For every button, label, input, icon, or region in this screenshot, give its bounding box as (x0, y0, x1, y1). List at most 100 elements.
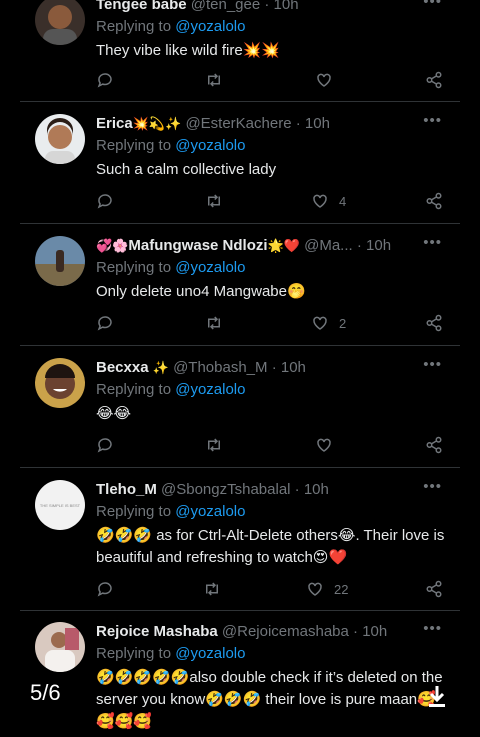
replying-to: Replying to @yozalolo (96, 259, 246, 276)
display-name[interactable]: Erica (96, 115, 133, 132)
avatar[interactable]: THE SIMPLE IS BEST (35, 480, 85, 530)
divider (20, 345, 460, 346)
replying-to: Replying to @yozalolo (96, 18, 246, 35)
more-options-icon[interactable]: ••• (423, 0, 442, 10)
more-options-icon[interactable]: ••• (423, 112, 442, 129)
avatar[interactable] (35, 358, 85, 408)
heart-icon (317, 73, 331, 87)
like-button[interactable] (315, 69, 343, 91)
divider (20, 223, 460, 224)
tweet[interactable]: Tengee babe @ten_gee · 10h ••• Replying … (0, 0, 480, 100)
retweet-icon (208, 194, 220, 208)
tweet-header: Becxxa ✨ @Thobash_M · 10h (96, 358, 426, 378)
like-button[interactable]: 4 (311, 190, 346, 212)
mention-link[interactable]: @yozalolo (175, 259, 245, 276)
mention-link[interactable]: @yozalolo (175, 503, 245, 520)
share-button[interactable] (425, 190, 443, 212)
handle[interactable]: @EsterKachere (185, 115, 291, 132)
like-button[interactable]: 2 (311, 312, 346, 334)
retweet-button[interactable] (204, 69, 224, 91)
display-name[interactable]: Tengee babe (96, 0, 187, 13)
handle[interactable]: @Ma... (304, 237, 353, 254)
tweet-header: Tleho_M @SbongzTshabalal · 10h (96, 480, 426, 500)
timestamp[interactable]: · 10h (295, 481, 329, 498)
retweet-button[interactable] (204, 190, 224, 212)
display-name[interactable]: Mafungwase Ndlozi (128, 237, 267, 254)
tweet-text: 🤣🤣🤣 as for Ctrl-Alt-Delete others😂. Thei… (96, 527, 445, 566)
handle[interactable]: @SbongzTshabalal (161, 481, 290, 498)
reply-button[interactable] (96, 434, 114, 456)
tweet-actions: 4 (96, 190, 446, 212)
mention-link[interactable]: @yozalolo (175, 18, 245, 35)
display-name[interactable]: Tleho_M (96, 481, 157, 498)
tweet-header: Erica💥💫✨ @EsterKachere · 10h (96, 114, 426, 134)
tweet-actions (96, 69, 446, 91)
reply-button[interactable] (96, 312, 114, 334)
download-icon (429, 686, 445, 707)
timestamp[interactable]: · 10h (272, 359, 306, 376)
divider (20, 101, 460, 102)
display-name[interactable]: Becxxa (96, 359, 149, 376)
like-button[interactable]: 22 (306, 578, 348, 600)
reply-button[interactable] (96, 69, 114, 91)
mention-link[interactable]: @yozalolo (175, 381, 245, 398)
avatar[interactable] (35, 622, 85, 672)
tweet[interactable]: Erica💥💫✨ @EsterKachere · 10h ••• Replyin… (0, 112, 480, 222)
share-button[interactable] (425, 69, 443, 91)
share-icon (426, 314, 442, 332)
avatar[interactable] (35, 236, 85, 286)
reply-icon (97, 73, 112, 88)
heart-icon (313, 316, 327, 330)
timestamp[interactable]: · 10h (353, 623, 387, 640)
display-name[interactable]: Rejoice Mashaba (96, 623, 218, 640)
share-button[interactable] (425, 434, 443, 456)
like-count: 22 (334, 581, 349, 597)
handle[interactable]: @Rejoicemashaba (222, 623, 349, 640)
avatar[interactable] (35, 114, 85, 164)
avatar[interactable] (35, 0, 85, 45)
tweet[interactable]: 💞🌸Mafungwase Ndlozi🌟❤️ @Ma... · 10h ••• … (0, 234, 480, 344)
reply-icon (97, 438, 112, 453)
retweet-icon (208, 438, 220, 452)
mention-link[interactable]: @yozalolo (175, 645, 245, 662)
reply-icon (97, 582, 112, 597)
handle[interactable]: @Thobash_M (173, 359, 267, 376)
share-button[interactable] (425, 578, 443, 600)
tweet[interactable]: THE SIMPLE IS BEST Tleho_M @SbongzTshaba… (0, 478, 480, 610)
tweet-actions (96, 434, 446, 456)
retweet-button[interactable] (202, 578, 222, 600)
mention-link[interactable]: @yozalolo (175, 137, 245, 154)
share-button[interactable] (425, 312, 443, 334)
timestamp[interactable]: · 10h (296, 115, 330, 132)
divider (20, 467, 460, 468)
share-icon (426, 71, 442, 89)
replying-to: Replying to @yozalolo (96, 503, 246, 520)
like-button[interactable] (315, 434, 343, 456)
timestamp[interactable]: · 10h (357, 237, 391, 254)
handle[interactable]: @ten_gee (191, 0, 260, 13)
heart-icon (317, 438, 331, 452)
tweet-header: 💞🌸Mafungwase Ndlozi🌟❤️ @Ma... · 10h (96, 236, 426, 256)
reply-button[interactable] (96, 190, 114, 212)
retweet-icon (208, 73, 220, 87)
tweet[interactable]: Rejoice Mashaba @Rejoicemashaba · 10h ••… (0, 620, 480, 737)
retweet-icon (208, 316, 220, 330)
retweet-button[interactable] (204, 434, 224, 456)
download-button[interactable] (426, 684, 448, 713)
reply-icon (97, 194, 112, 209)
more-options-icon[interactable]: ••• (423, 356, 442, 373)
tweet-text: 🤣🤣🤣🤣🤣also double check if it’s deleted o… (96, 669, 443, 730)
more-options-icon[interactable]: ••• (423, 620, 442, 637)
name-emoji: 💥💫✨ (132, 116, 182, 131)
tweet-text: Only delete uno4 Mangwabe🤭 (96, 283, 306, 300)
more-options-icon[interactable]: ••• (423, 478, 442, 495)
timestamp[interactable]: · 10h (264, 0, 298, 13)
replying-to: Replying to @yozalolo (96, 645, 246, 662)
tweet-text: Such a calm collective lady (96, 161, 277, 178)
tweet-text: 😂😂 (96, 405, 132, 422)
name-emoji: 🌟❤️ (267, 238, 300, 253)
tweet[interactable]: Becxxa ✨ @Thobash_M · 10h ••• Replying t… (0, 356, 480, 466)
reply-button[interactable] (96, 578, 114, 600)
retweet-button[interactable] (204, 312, 224, 334)
more-options-icon[interactable]: ••• (423, 234, 442, 251)
